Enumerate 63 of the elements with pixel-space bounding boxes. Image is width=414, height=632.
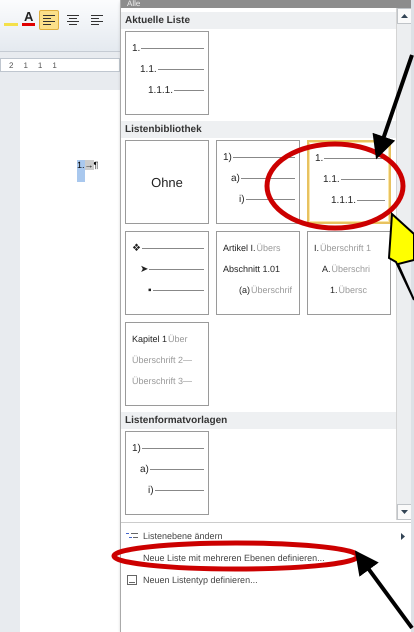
list-number: i) — [148, 484, 154, 496]
list-number: Kapitel 1 — [132, 334, 168, 344]
list-style-tile[interactable]: 1) a) i) — [125, 431, 209, 515]
list-number: 1. — [77, 160, 85, 182]
list-number: 1) — [132, 442, 141, 454]
list-number: ▪ — [148, 284, 152, 296]
list-number: 1.1.1. — [148, 84, 174, 96]
list-style-tile[interactable]: 1. 1.1. 1.1.1. — [307, 140, 391, 224]
heading-text: Über — [168, 334, 188, 344]
align-button[interactable] — [39, 10, 60, 30]
up-triangle-icon — [400, 14, 408, 18]
list-style-tile[interactable]: Ohne — [125, 140, 209, 224]
menu-item[interactable]: Listenebene ändern — [121, 525, 411, 547]
list-number: 1. — [330, 285, 338, 295]
heading-text: Überschri — [332, 264, 370, 274]
ruler-number: 1 — [38, 60, 42, 70]
font-color-button[interactable]: A — [22, 10, 36, 26]
down-triangle-icon — [400, 510, 408, 514]
list-number: 1. — [132, 42, 140, 54]
list-number: Artikel I. — [223, 243, 256, 253]
list-number: i) — [239, 194, 245, 204]
list-style-tile[interactable]: 1) a) i) — [216, 140, 300, 224]
list-number: 1. — [315, 152, 324, 164]
align-icon — [91, 15, 104, 25]
ruler-number: 1 — [23, 60, 28, 70]
heading-text: Überschrif — [251, 285, 292, 295]
list-number: I. — [314, 243, 320, 253]
menu-item[interactable]: Neue Liste mit mehreren Ebenen definieren... — [121, 547, 411, 569]
list-levels-icon — [126, 532, 138, 540]
scroll-down-button[interactable] — [396, 504, 412, 520]
list-number: Abschnitt 1.01 — [223, 264, 280, 274]
list-number: (a) — [239, 285, 250, 295]
list-number: 1.1.1. — [331, 194, 356, 206]
heading-text: Übers — [256, 243, 281, 253]
submenu-arrow-icon — [401, 532, 405, 540]
list-style-tile[interactable]: ❖ ➤ ▪ — [125, 231, 209, 315]
list-number: ➤ — [140, 263, 148, 275]
list-style-icon — [127, 575, 137, 585]
list-number: ❖ — [132, 242, 141, 254]
section-header: Listenbibliothek — [121, 121, 396, 138]
section-header: Listenformatvorlagen — [121, 412, 396, 429]
list-style-tile[interactable]: 1. 1.1. 1.1.1. — [125, 31, 209, 115]
align-icon — [67, 15, 80, 25]
paragraph-mark: ¶ — [94, 160, 98, 170]
align-icon — [43, 15, 56, 25]
ruler-number: 1 — [52, 60, 57, 70]
heading-text: Überschrift 3— — [132, 376, 192, 386]
heading-text: Überschrift 2— — [132, 355, 192, 365]
list-number: 1.1. — [323, 174, 340, 184]
list-number: A. — [322, 264, 331, 274]
list-style-tile[interactable]: Kapitel 1 Über Überschrift 2— Überschrift 3— — [125, 322, 209, 406]
list-number: 1) — [223, 152, 232, 162]
list-style-tile[interactable]: I.Überschrift 1 A.Überschri 1.Übersc — [307, 231, 391, 315]
heading-text: Überschrift 1 — [320, 243, 372, 253]
list-number: 1.1. — [140, 64, 157, 74]
list-number: a) — [231, 172, 240, 184]
section-header: Aktuelle Liste — [121, 12, 396, 29]
scroll-up-button[interactable] — [396, 8, 412, 24]
ruler-number: 2 — [9, 60, 14, 70]
menu-item[interactable]: Neuen Listentyp definieren... — [121, 569, 411, 591]
list-number: a) — [140, 464, 149, 474]
list-style-tile[interactable]: Artikel I.Übers Abschnitt 1.01 (a)Überschrif — [216, 231, 300, 315]
heading-text: Übersc — [338, 285, 368, 295]
